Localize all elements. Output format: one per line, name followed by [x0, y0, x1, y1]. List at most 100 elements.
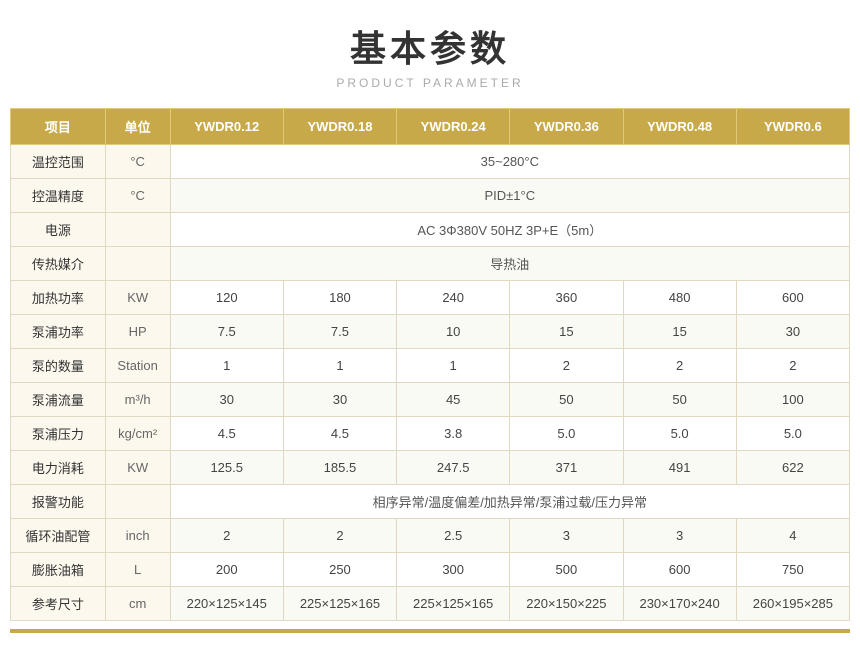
- row-cell-8-0: 4.5: [170, 417, 283, 451]
- table-row: 加热功率KW120180240360480600: [11, 281, 850, 315]
- row-unit-1: °C: [105, 179, 170, 213]
- table-row: 传热媒介 导热油: [11, 247, 850, 281]
- row-cell-13-4: 230×170×240: [623, 587, 736, 621]
- row-cell-11-2: 2.5: [397, 519, 510, 553]
- row-cell-4-4: 480: [623, 281, 736, 315]
- row-cell-4-3: 360: [510, 281, 623, 315]
- row-cell-4-5: 600: [736, 281, 849, 315]
- row-cell-6-0: 1: [170, 349, 283, 383]
- row-label-13: 参考尺寸: [11, 587, 106, 621]
- table-row: 泵浦压力kg/cm²4.54.53.85.05.05.0: [11, 417, 850, 451]
- row-cell-13-2: 225×125×165: [397, 587, 510, 621]
- row-cell-13-0: 220×125×145: [170, 587, 283, 621]
- row-span-value-0: 35~280°C: [170, 145, 849, 179]
- table-row: 泵浦流量m³/h3030455050100: [11, 383, 850, 417]
- row-cell-4-0: 120: [170, 281, 283, 315]
- row-unit-0: °C: [105, 145, 170, 179]
- row-label-11: 循环油配管: [11, 519, 106, 553]
- table-row: 报警功能 相序异常/温度偏差/加热异常/泵浦过载/压力异常: [11, 485, 850, 519]
- row-cell-7-0: 30: [170, 383, 283, 417]
- row-cell-11-4: 3: [623, 519, 736, 553]
- row-unit-12: L: [105, 553, 170, 587]
- row-label-0: 温控范围: [11, 145, 106, 179]
- row-cell-8-4: 5.0: [623, 417, 736, 451]
- row-unit-11: inch: [105, 519, 170, 553]
- row-label-8: 泵浦压力: [11, 417, 106, 451]
- row-cell-8-1: 4.5: [283, 417, 396, 451]
- table-row: 泵浦功率HP7.57.510151530: [11, 315, 850, 349]
- row-span-value-2: AC 3Φ380V 50HZ 3P+E（5m）: [170, 213, 849, 247]
- column-header-7: YWDR0.6: [736, 109, 849, 145]
- row-cell-11-0: 2: [170, 519, 283, 553]
- column-header-4: YWDR0.24: [397, 109, 510, 145]
- row-label-4: 加热功率: [11, 281, 106, 315]
- row-cell-7-2: 45: [397, 383, 510, 417]
- row-cell-9-1: 185.5: [283, 451, 396, 485]
- row-cell-8-5: 5.0: [736, 417, 849, 451]
- row-span-value-1: PID±1°C: [170, 179, 849, 213]
- column-header-1: 单位: [105, 109, 170, 145]
- row-cell-9-0: 125.5: [170, 451, 283, 485]
- table-row: 电力消耗KW125.5185.5247.5371491622: [11, 451, 850, 485]
- table-row: 泵的数量Station111222: [11, 349, 850, 383]
- table-row: 膨胀油箱L200250300500600750: [11, 553, 850, 587]
- row-unit-7: m³/h: [105, 383, 170, 417]
- row-cell-12-1: 250: [283, 553, 396, 587]
- table-row: 参考尺寸cm220×125×145225×125×165225×125×1652…: [11, 587, 850, 621]
- row-cell-4-1: 180: [283, 281, 396, 315]
- row-cell-4-2: 240: [397, 281, 510, 315]
- row-unit-8: kg/cm²: [105, 417, 170, 451]
- row-unit-10: [105, 485, 170, 519]
- row-cell-7-5: 100: [736, 383, 849, 417]
- table-row: 电源 AC 3Φ380V 50HZ 3P+E（5m）: [11, 213, 850, 247]
- row-label-5: 泵浦功率: [11, 315, 106, 349]
- row-cell-9-4: 491: [623, 451, 736, 485]
- row-cell-12-2: 300: [397, 553, 510, 587]
- table-row: 控温精度°CPID±1°C: [11, 179, 850, 213]
- column-header-2: YWDR0.12: [170, 109, 283, 145]
- row-cell-6-1: 1: [283, 349, 396, 383]
- row-cell-5-0: 7.5: [170, 315, 283, 349]
- row-label-12: 膨胀油箱: [11, 553, 106, 587]
- row-cell-5-1: 7.5: [283, 315, 396, 349]
- column-header-5: YWDR0.36: [510, 109, 623, 145]
- row-cell-9-5: 622: [736, 451, 849, 485]
- row-cell-7-4: 50: [623, 383, 736, 417]
- row-unit-3: [105, 247, 170, 281]
- row-cell-6-3: 2: [510, 349, 623, 383]
- row-label-1: 控温精度: [11, 179, 106, 213]
- row-cell-5-5: 30: [736, 315, 849, 349]
- row-cell-9-2: 247.5: [397, 451, 510, 485]
- row-label-7: 泵浦流量: [11, 383, 106, 417]
- row-span-value-3: 导热油: [170, 247, 849, 281]
- column-header-3: YWDR0.18: [283, 109, 396, 145]
- row-cell-8-2: 3.8: [397, 417, 510, 451]
- row-unit-5: HP: [105, 315, 170, 349]
- page-subtitle: PRODUCT PARAMETER: [336, 76, 523, 90]
- row-unit-13: cm: [105, 587, 170, 621]
- row-label-10: 报警功能: [11, 485, 106, 519]
- row-cell-12-0: 200: [170, 553, 283, 587]
- row-label-6: 泵的数量: [11, 349, 106, 383]
- row-unit-2: [105, 213, 170, 247]
- row-cell-12-3: 500: [510, 553, 623, 587]
- row-cell-6-2: 1: [397, 349, 510, 383]
- row-cell-5-3: 15: [510, 315, 623, 349]
- page-title: 基本参数: [350, 20, 510, 72]
- row-cell-13-1: 225×125×165: [283, 587, 396, 621]
- parameter-table: 项目单位YWDR0.12YWDR0.18YWDR0.24YWDR0.36YWDR…: [10, 108, 850, 621]
- row-cell-11-3: 3: [510, 519, 623, 553]
- row-label-2: 电源: [11, 213, 106, 247]
- table-row: 循环油配管inch222.5334: [11, 519, 850, 553]
- row-label-3: 传热媒介: [11, 247, 106, 281]
- column-header-6: YWDR0.48: [623, 109, 736, 145]
- row-cell-12-4: 600: [623, 553, 736, 587]
- row-cell-11-1: 2: [283, 519, 396, 553]
- row-cell-8-3: 5.0: [510, 417, 623, 451]
- row-cell-11-5: 4: [736, 519, 849, 553]
- row-cell-6-5: 2: [736, 349, 849, 383]
- row-unit-9: KW: [105, 451, 170, 485]
- row-cell-6-4: 2: [623, 349, 736, 383]
- row-cell-7-3: 50: [510, 383, 623, 417]
- row-span-value-10: 相序异常/温度偏差/加热异常/泵浦过载/压力异常: [170, 485, 849, 519]
